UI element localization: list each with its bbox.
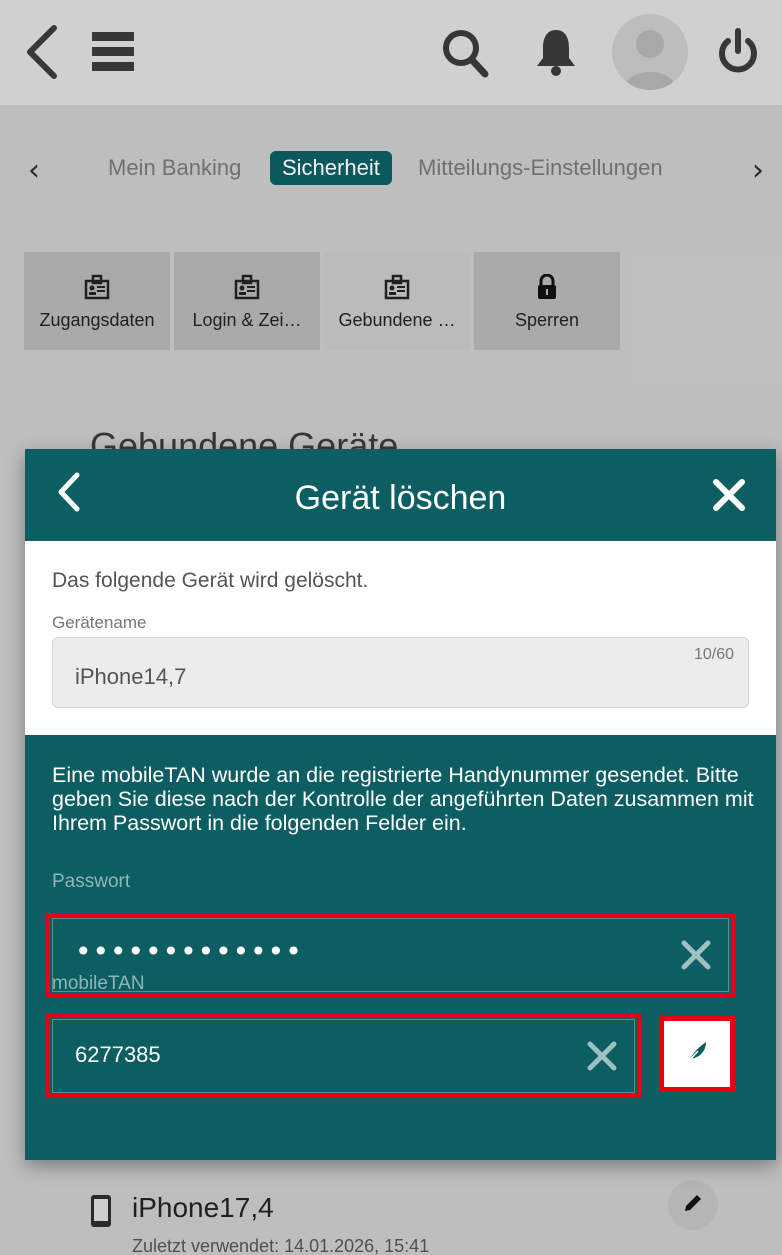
dialog-title: Gerät löschen — [294, 479, 507, 517]
tab-label: Login & Zei… — [192, 310, 302, 330]
sub-navigation: ‹ Mein Banking Sicherheit Mitteilungs-Ei… — [0, 145, 782, 197]
delete-intro-text: Das folgende Gerät wird gelöscht. — [52, 569, 369, 592]
delete-device-dialog: Gerät löschen Das folgende Gerät wird ge… — [25, 449, 776, 1160]
avatar[interactable] — [612, 14, 688, 90]
device-info-section: Das folgende Gerät wird gelöscht. Geräte… — [25, 541, 776, 735]
subnav-item-mein-banking[interactable]: Mein Banking — [108, 155, 241, 181]
close-icon[interactable] — [711, 477, 751, 517]
tab-label: Sperren — [514, 310, 580, 330]
feather-icon — [684, 1039, 710, 1070]
device-name-field: iPhone14,7 10/60 — [52, 637, 749, 708]
tab-login-zeiten[interactable]: Login & Zei… — [174, 252, 322, 350]
tab-label: Zugangsdaten — [39, 310, 155, 330]
device-name-counter: 10/60 — [693, 646, 734, 663]
menu-icon[interactable] — [92, 28, 134, 76]
device-name-label: Gerätename — [52, 613, 147, 632]
mobiletan-instructions: Eine mobileTAN wurde an die registrierte… — [52, 763, 754, 835]
device-name-value: iPhone14,7 — [75, 664, 187, 689]
sign-button[interactable] — [659, 1016, 735, 1092]
power-icon[interactable] — [712, 26, 764, 78]
tab-label: Gebundene … — [338, 310, 456, 330]
top-bar — [0, 0, 782, 105]
subnav-item-mitteilungs-einstellungen[interactable]: Mitteilungs-Einstellungen — [418, 155, 663, 181]
subnav-prev-icon[interactable]: ‹ — [28, 153, 40, 188]
edit-device-button[interactable] — [668, 1180, 718, 1230]
lock-icon — [536, 273, 558, 305]
subnav-next-icon[interactable]: › — [752, 153, 764, 188]
tab-sperren[interactable]: Sperren — [474, 252, 622, 350]
id-card-icon — [84, 274, 110, 305]
id-card-icon — [234, 274, 260, 305]
dialog-header: Gerät löschen — [25, 449, 776, 541]
pencil-icon — [682, 1192, 704, 1219]
list-item[interactable]: iPhone17,4 Zuletzt verwendet: 14.01.2026… — [90, 1188, 730, 1255]
mobiletan-highlight — [46, 1014, 641, 1098]
phone-icon — [90, 1194, 112, 1228]
subnav-item-sicherheit[interactable]: Sicherheit — [270, 151, 392, 185]
id-card-icon — [384, 274, 410, 305]
chevron-left-icon[interactable] — [22, 22, 62, 82]
tab-gebundene-geraete[interactable]: Gebundene … — [324, 252, 472, 350]
device-name: iPhone17,4 — [132, 1192, 274, 1223]
tab-zugangsdaten[interactable]: Zugangsdaten — [24, 252, 172, 350]
mobiletan-label: mobileTAN — [52, 973, 145, 994]
password-label: Passwort — [52, 871, 131, 892]
bell-icon[interactable] — [530, 24, 582, 80]
device-last-used: Zuletzt verwendet: 14.01.2026, 15:41 — [132, 1236, 430, 1255]
search-icon[interactable] — [440, 26, 490, 80]
password-highlight — [46, 913, 736, 997]
